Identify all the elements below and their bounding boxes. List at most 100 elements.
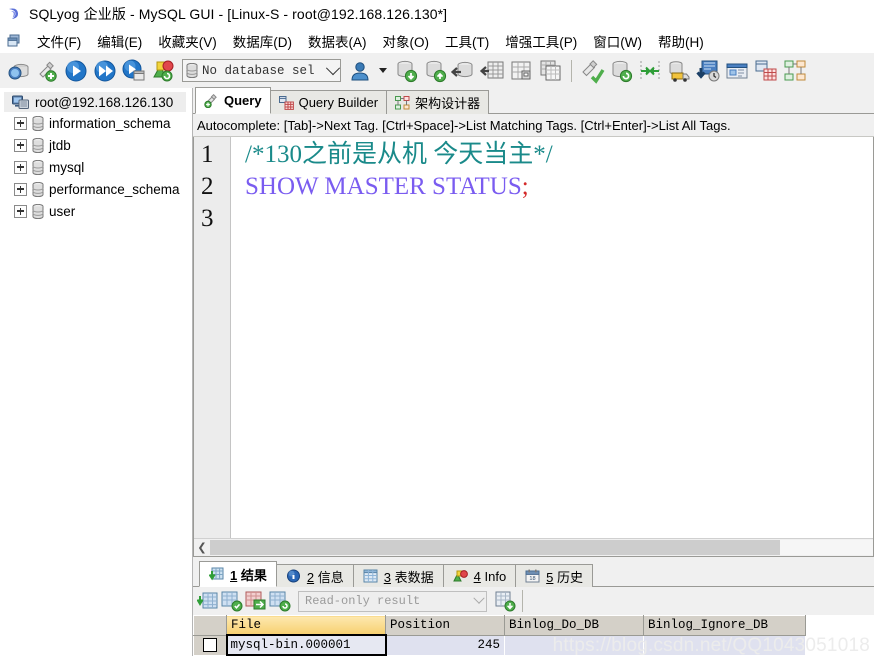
- autocomplete-hint: Autocomplete: [Tab]->Next Tag. [Ctrl+Spa…: [193, 114, 874, 137]
- tab-schema-designer[interactable]: 架构设计器: [386, 90, 490, 114]
- sidebar-item-label: jtdb: [49, 137, 71, 153]
- tab-query-builder-label: Query Builder: [298, 95, 379, 110]
- tab-query[interactable]: Query: [195, 87, 271, 114]
- scroll-thumb[interactable]: [210, 540, 781, 555]
- result-grid[interactable]: https://blog.csdn.net/QQ1043051018 File …: [193, 615, 874, 656]
- row-checkbox[interactable]: [202, 637, 217, 652]
- tree-node-connection[interactable]: root@192.168.126.130: [4, 92, 186, 112]
- cell-position[interactable]: 245: [385, 635, 505, 656]
- sidebar-item-user[interactable]: user: [0, 200, 192, 222]
- result-tab-3[interactable]: 3 表数据: [352, 564, 444, 587]
- sqlyog-app-icon: [6, 6, 22, 22]
- backup-database-icon[interactable]: [393, 58, 419, 84]
- expand-icon[interactable]: [14, 160, 27, 174]
- cell-binlog-ignore-db[interactable]: [643, 635, 806, 656]
- import-external-data-icon[interactable]: [450, 58, 477, 84]
- scroll-track[interactable]: [210, 540, 873, 555]
- user-manager-icon[interactable]: [347, 58, 373, 84]
- column-header-binlog-do-db[interactable]: Binlog_Do_DB: [504, 615, 644, 636]
- execute-query-icon[interactable]: [63, 58, 89, 84]
- svg-text:18: 18: [530, 576, 536, 582]
- new-query-tab-icon[interactable]: [34, 58, 60, 84]
- result-toolbar-separator: [522, 590, 523, 612]
- result-toolbar: Read-only result: [193, 587, 874, 615]
- sql-editor[interactable]: 1 2 3 /*130之前是从机 今天当主*/ SHOW MASTER STAT…: [193, 137, 874, 557]
- sidebar-item-jtdb[interactable]: jtdb: [0, 134, 192, 156]
- sidebar-item-label: information_schema: [49, 115, 171, 131]
- database-icon: [186, 62, 198, 79]
- scroll-left-icon[interactable]: ❮: [194, 540, 210, 556]
- menu-help[interactable]: 帮助(H): [650, 29, 712, 53]
- schema-designer-icon: [395, 95, 410, 110]
- sql-punctuation: ;: [521, 173, 529, 200]
- database-select[interactable]: No database sel: [182, 59, 341, 82]
- expand-icon[interactable]: [14, 204, 27, 218]
- server-icon: [12, 95, 29, 110]
- data-transfer-icon[interactable]: [666, 58, 692, 84]
- sidebar-item-performance-schema[interactable]: performance_schema: [0, 178, 192, 200]
- row-selector-cell[interactable]: [193, 635, 227, 656]
- menu-database[interactable]: 数据库(D): [225, 29, 300, 53]
- schema-designer-icon[interactable]: [782, 58, 808, 84]
- column-header-file[interactable]: File: [226, 615, 386, 636]
- stop-execution-icon[interactable]: [150, 58, 176, 84]
- result-tab-4[interactable]: 4 Info: [442, 564, 517, 587]
- sql-formatter-icon[interactable]: [579, 58, 605, 84]
- sqlyog-window: SQLyog 企业版 - MySQL GUI - [Linux-S - root…: [0, 0, 874, 656]
- line-number-gutter: 1 2 3: [194, 137, 231, 538]
- notifications-icon[interactable]: [695, 58, 721, 84]
- result-tab-1[interactable]: 1 结果: [199, 561, 277, 587]
- main-toolbar: No database sel: [0, 53, 874, 89]
- editor-horizontal-scrollbar[interactable]: ❮: [194, 538, 873, 556]
- result-tab-5[interactable]: 18 5 历史: [515, 564, 594, 587]
- menu-favorites[interactable]: 收藏夹(V): [150, 29, 225, 53]
- sidebar-item-mysql[interactable]: mysql: [0, 156, 192, 178]
- new-connection-icon[interactable]: [5, 58, 31, 84]
- apply-changes-icon[interactable]: [269, 590, 291, 612]
- table-row[interactable]: mysql-bin.000001 245: [193, 634, 806, 656]
- menu-window[interactable]: 窗口(W): [585, 29, 650, 53]
- menu-powertools[interactable]: 增强工具(P): [497, 29, 585, 53]
- cell-binlog-do-db[interactable]: [504, 635, 644, 656]
- menu-objects[interactable]: 对象(O): [375, 29, 438, 53]
- export-results-icon[interactable]: [494, 590, 516, 612]
- scheduler-icon[interactable]: [724, 58, 750, 84]
- user-manager-dropdown[interactable]: [376, 58, 390, 84]
- row-header-corner[interactable]: [193, 615, 227, 636]
- column-header-position[interactable]: Position: [385, 615, 505, 636]
- menu-edit[interactable]: 编辑(E): [89, 29, 150, 53]
- sql-comment: /*130之前是从机 今天当主*/: [245, 141, 553, 168]
- sidebar-item-label: user: [49, 203, 76, 219]
- create-table-icon[interactable]: [509, 58, 535, 84]
- tab-query-builder[interactable]: Query Builder: [269, 90, 388, 114]
- menu-table[interactable]: 数据表(A): [300, 29, 375, 53]
- copy-table-icon[interactable]: [538, 58, 564, 84]
- cell-file[interactable]: mysql-bin.000001: [225, 634, 387, 656]
- sql-editor-body[interactable]: 1 2 3 /*130之前是从机 今天当主*/ SHOW MASTER STAT…: [194, 137, 873, 538]
- window-restore-icon[interactable]: [6, 33, 22, 49]
- editor-tab-strip: Query Query Builder 架构设计器: [193, 87, 874, 114]
- restore-database-icon[interactable]: [422, 58, 448, 84]
- expand-icon[interactable]: [14, 138, 27, 152]
- refresh-data-icon[interactable]: [245, 590, 267, 612]
- execute-all-queries-icon[interactable]: [92, 58, 118, 84]
- result-tab-2[interactable]: 2 信息: [275, 564, 354, 587]
- column-header-binlog-ignore-db[interactable]: Binlog_Ignore_DB: [643, 615, 806, 636]
- result-mode-select[interactable]: Read-only result: [298, 590, 487, 612]
- query-builder-icon[interactable]: [753, 58, 779, 84]
- result-table[interactable]: File Position Binlog_Do_DB Binlog_Ignore…: [193, 615, 806, 656]
- sidebar-item-information-schema[interactable]: information_schema: [0, 112, 192, 134]
- export-table-data-icon[interactable]: [479, 58, 506, 84]
- execute-query-new-tab-icon[interactable]: [121, 58, 147, 84]
- result-tab-2-label: 信息: [317, 569, 344, 585]
- sql-code-area[interactable]: /*130之前是从机 今天当主*/ SHOW MASTER STATUS;: [231, 137, 873, 538]
- save-changes-icon[interactable]: [221, 590, 243, 612]
- schema-sync-icon[interactable]: [637, 58, 663, 84]
- menu-tools[interactable]: 工具(T): [437, 29, 497, 53]
- insert-row-icon[interactable]: [196, 590, 219, 612]
- menu-file[interactable]: 文件(F): [29, 29, 89, 53]
- database-sync-icon[interactable]: [608, 58, 634, 84]
- database-select-value: No database sel: [202, 63, 315, 78]
- expand-icon[interactable]: [14, 116, 27, 130]
- expand-icon[interactable]: [14, 182, 27, 196]
